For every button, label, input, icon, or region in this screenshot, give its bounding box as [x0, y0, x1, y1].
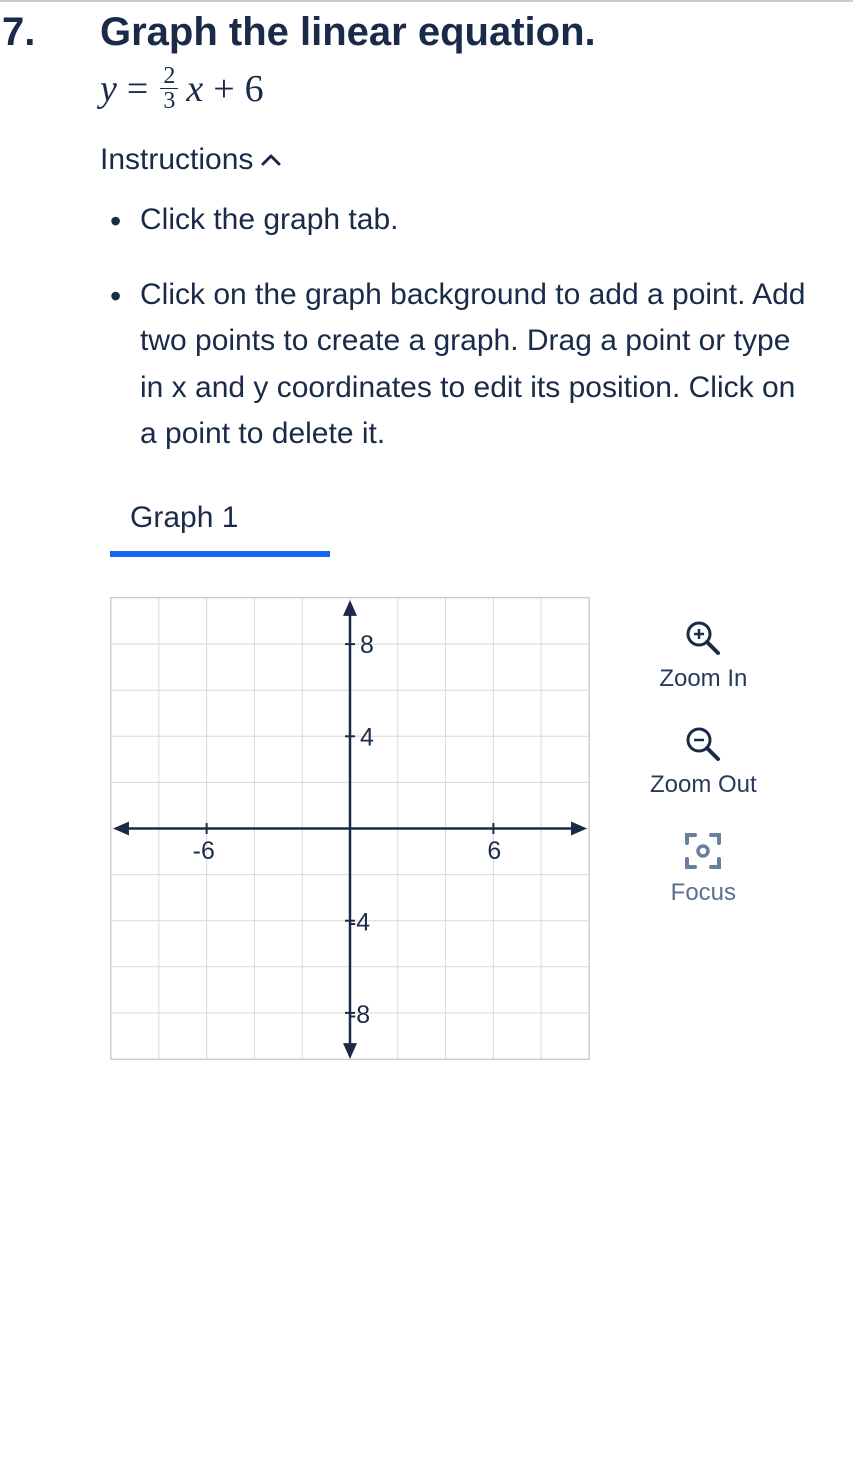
equation-lhs: y [100, 67, 117, 111]
graph-row: 8 4 -4 -8 -6 6 [100, 597, 813, 1060]
equation-constant: 6 [245, 67, 264, 111]
zoom-out-button[interactable]: Zoom Out [650, 723, 757, 799]
focus-button[interactable]: Focus [671, 829, 736, 907]
instructions-toggle[interactable]: Instructions [100, 143, 813, 177]
zoom-in-label: Zoom In [659, 665, 747, 693]
zoom-out-icon [682, 723, 724, 765]
equation-fraction: 2 3 [160, 64, 178, 113]
question-row: 7. Graph the linear equation. y = 2 3 x … [0, 2, 833, 1060]
equation-plus: + [213, 67, 234, 111]
equation: y = 2 3 x + 6 [100, 64, 813, 113]
tick-x-6: 6 [487, 836, 501, 864]
instructions-list: Click the graph tab. Click on the graph … [100, 197, 813, 458]
tick-y-4: 4 [360, 723, 374, 751]
question-container: 7. Graph the linear equation. y = 2 3 x … [0, 2, 853, 1060]
fraction-denominator: 3 [160, 89, 178, 113]
tab-area: Graph 1 [110, 493, 813, 557]
tab-graph-1[interactable]: Graph 1 [110, 493, 258, 551]
fraction-numerator: 2 [160, 64, 178, 89]
graph-controls: Zoom In Zoom Out [650, 597, 757, 907]
focus-icon [681, 829, 725, 873]
instructions-header-label: Instructions [100, 143, 253, 177]
tick-y-neg8: -8 [348, 1001, 370, 1029]
zoom-in-icon [682, 617, 724, 659]
question-number: 7. [0, 8, 100, 56]
tab-underline [110, 551, 330, 557]
tick-x-neg6: -6 [193, 836, 215, 864]
graph-svg[interactable]: 8 4 -4 -8 -6 6 [110, 597, 590, 1060]
question-title: Graph the linear equation. [100, 8, 813, 56]
instruction-item: Click the graph tab. [140, 197, 813, 244]
equation-equals: = [127, 67, 148, 111]
tick-y-8: 8 [360, 630, 374, 658]
zoom-in-button[interactable]: Zoom In [659, 617, 747, 693]
zoom-out-label: Zoom Out [650, 771, 757, 799]
tick-y-neg4: -4 [348, 908, 370, 936]
equation-variable: x [186, 67, 203, 111]
content-area: Graph the linear equation. y = 2 3 x + 6… [100, 8, 833, 1060]
focus-label: Focus [671, 879, 736, 907]
graph-canvas[interactable]: 8 4 -4 -8 -6 6 [110, 597, 590, 1060]
instruction-item: Click on the graph background to add a p… [140, 272, 813, 458]
chevron-up-icon [261, 147, 281, 173]
